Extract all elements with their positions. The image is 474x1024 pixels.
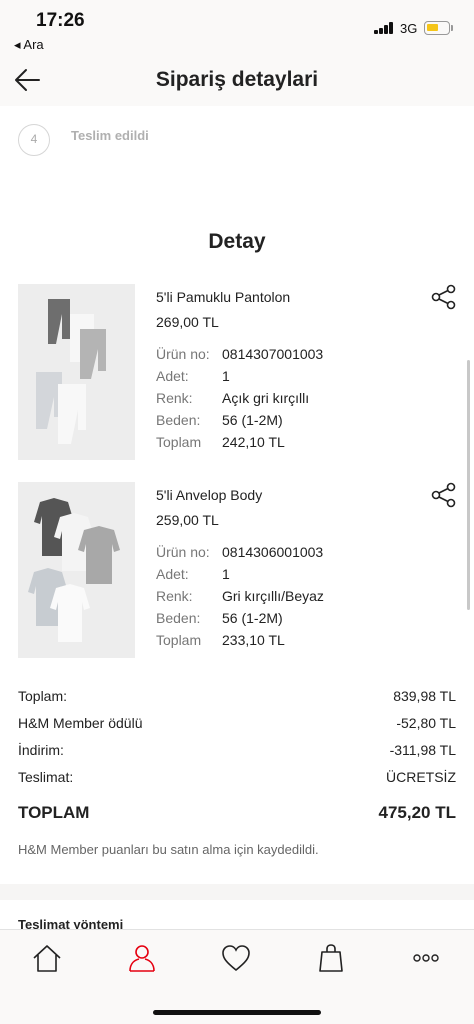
summary-delivery: Teslimat: ÜCRETSİZ — [18, 769, 456, 785]
home-icon[interactable] — [29, 940, 65, 976]
heart-icon[interactable] — [218, 940, 254, 976]
battery-icon — [424, 21, 450, 35]
status-bar: 17:26 ◂ Ara 3G — [0, 0, 474, 58]
account-icon[interactable] — [124, 940, 160, 976]
summary-total: TOPLAM 475,20 TL — [18, 803, 456, 822]
bag-icon[interactable] — [313, 940, 349, 976]
signal-icon — [374, 22, 396, 34]
product-price: 269,00 TL — [156, 314, 219, 330]
member-note: H&M Member puanları bu satın alma için k… — [18, 842, 319, 857]
tab-bar — [0, 929, 474, 1024]
home-indicator[interactable] — [153, 1010, 321, 1015]
scrollbar[interactable] — [467, 360, 470, 610]
network-type: 3G — [400, 21, 418, 36]
summary-subtotal: Toplam: 839,98 TL — [18, 688, 456, 704]
back-to-app-link[interactable]: ◂ Ara — [14, 37, 44, 53]
share-icon[interactable] — [430, 284, 458, 310]
clock: 17:26 — [36, 10, 85, 31]
detail-heading: Detay — [208, 230, 266, 253]
product-name[interactable]: 5'li Pamuklu Pantolon — [156, 289, 290, 305]
order-step: 4 Teslim edildi — [0, 106, 474, 176]
product-image[interactable] — [18, 482, 135, 658]
nav-bar: Sipariş detaylari — [0, 58, 474, 106]
page-title: Sipariş detaylari — [155, 68, 319, 91]
product-price: 259,00 TL — [156, 512, 219, 528]
step-label: Teslim edildi — [71, 128, 149, 143]
summary-member-reward: H&M Member ödülü -52,80 TL — [18, 715, 456, 731]
order-item: 5'li Anvelop Body 259,00 TL Ürün no: 0814… — [0, 482, 474, 658]
section-divider — [0, 884, 474, 900]
order-item: 5'li Pamuklu Pantolon 269,00 TL Ürün no:… — [0, 284, 474, 460]
delivery-method-heading: Teslimat yöntemi — [18, 917, 124, 929]
share-icon[interactable] — [430, 482, 458, 508]
product-image[interactable] — [18, 284, 135, 460]
step-number: 4 — [18, 124, 50, 156]
more-icon[interactable] — [408, 940, 444, 976]
summary-discount: İndirim: -311,98 TL — [18, 742, 456, 758]
product-name[interactable]: 5'li Anvelop Body — [156, 487, 262, 503]
